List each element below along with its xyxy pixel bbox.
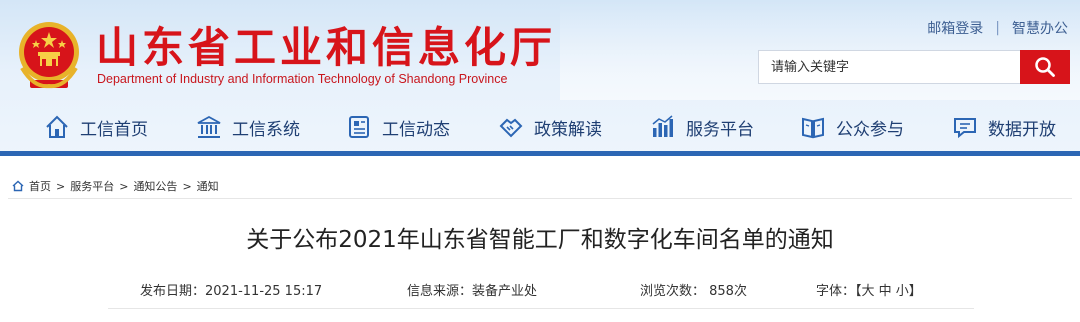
site-header: 山东省工业和信息化厅 Department of Industry and In… [0, 0, 1080, 158]
bar-chart-icon [652, 115, 673, 137]
nav-item-home[interactable]: 工信首页 [44, 114, 148, 140]
nav-item-system[interactable]: 工信系统 [196, 114, 300, 140]
nav-item-service[interactable]: 服务平台 [650, 114, 754, 140]
book-icon [802, 117, 824, 139]
article-title: 关于公布2021年山东省智能工厂和数字化车间名单的通知 [246, 227, 834, 253]
nav-item-policy[interactable]: 政策解读 [498, 114, 602, 140]
site-title: 山东省工业和信息化厅 [96, 23, 557, 72]
view-count: 浏览次数： 858次 [640, 284, 747, 299]
publish-date: 发布日期：2021-11-25 15:17 [140, 284, 323, 299]
breadcrumb-divider [8, 198, 1072, 199]
top-links: 邮箱登录 | 智慧办公 [927, 18, 1068, 38]
font-size-switcher[interactable]: 字体：【大 中 小】 [816, 280, 922, 299]
article-area: 首页 > 服务平台 > 通知公告 > 通知 关于公布2021年山东省智能工厂和数… [0, 156, 1080, 322]
site-subtitle: Department of Industry and Information T… [97, 72, 508, 86]
breadcrumb-separator: > [182, 179, 192, 193]
nav-item-label: 工信首页 [80, 119, 148, 140]
info-source: 信息来源：装备产业处 [407, 284, 538, 299]
nav-item-label: 工信系统 [232, 119, 300, 140]
main-nav: 工信首页 工信系统 工信动态 政策解读 服务平台 公众参与 数据开放 [0, 108, 1080, 148]
nav-item-open-data[interactable]: 数据开放 [952, 114, 1056, 140]
message-icon [954, 118, 976, 139]
smart-office-link[interactable]: 智慧办公 [1012, 18, 1068, 38]
nav-item-label: 公众参与 [836, 119, 904, 140]
nav-item-label: 政策解读 [534, 119, 602, 140]
nav-item-label: 服务平台 [686, 119, 754, 140]
breadcrumb-home[interactable]: 首页 [29, 178, 51, 194]
breadcrumb: 首页 > 服务平台 > 通知公告 > 通知 [12, 178, 219, 194]
nav-item-news[interactable]: 工信动态 [346, 114, 450, 140]
nav-item-label: 数据开放 [988, 119, 1056, 140]
top-links-separator: | [995, 20, 1000, 36]
news-icon [349, 116, 369, 138]
breadcrumb-separator: > [56, 179, 66, 193]
breadcrumb-separator: > [119, 179, 129, 193]
breadcrumb-notice[interactable]: 通知 [197, 178, 219, 194]
search-input[interactable] [758, 50, 1020, 84]
national-emblem-icon [19, 22, 79, 89]
handshake-icon [499, 118, 523, 138]
home-icon [46, 115, 68, 138]
search-box [758, 50, 1070, 84]
home-icon [12, 180, 24, 192]
breadcrumb-service-platform[interactable]: 服务平台 [70, 178, 114, 194]
nav-item-label: 工信动态 [382, 119, 450, 140]
mail-login-link[interactable]: 邮箱登录 [927, 18, 983, 38]
search-icon [1035, 57, 1055, 77]
meta-divider [108, 308, 974, 309]
nav-item-participation[interactable]: 公众参与 [800, 114, 904, 140]
institution-icon [197, 115, 221, 138]
search-button[interactable] [1020, 50, 1070, 84]
breadcrumb-announcements[interactable]: 通知公告 [133, 178, 177, 194]
